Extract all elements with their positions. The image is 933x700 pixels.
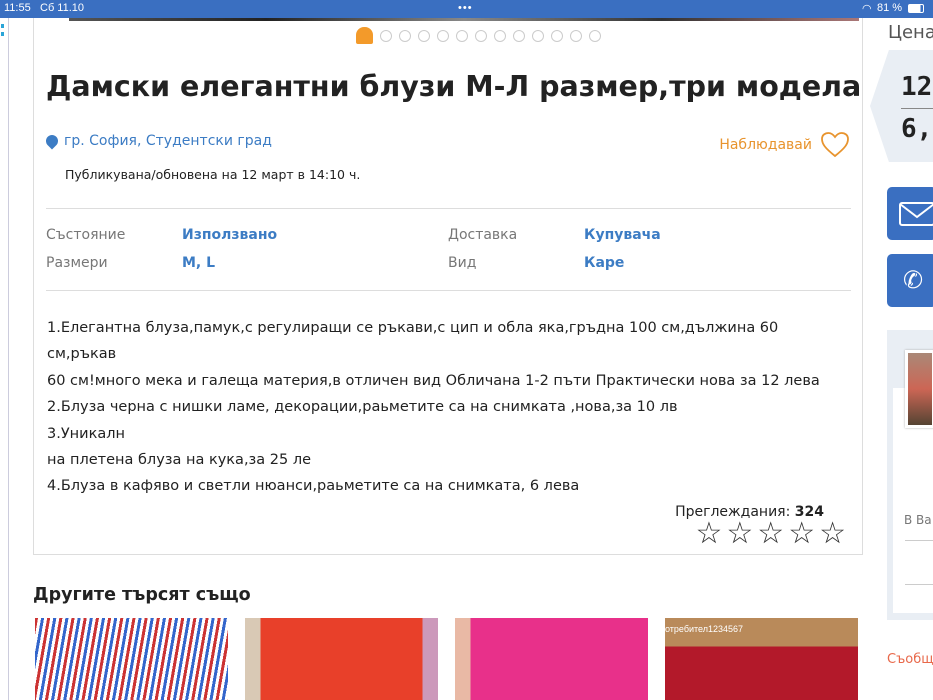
heart-icon[interactable] (820, 131, 850, 158)
gallery-dot[interactable] (475, 29, 487, 42)
divider (46, 290, 851, 291)
status-time: 11:55 (4, 2, 31, 14)
detail-value: Използвано (182, 227, 278, 243)
price-divider (901, 108, 933, 109)
seller-avatar[interactable] (905, 350, 933, 428)
star-icon[interactable]: ☆ (695, 516, 726, 551)
image-gallery[interactable] (69, 18, 859, 21)
watch-button[interactable]: Наблюдавай (719, 131, 850, 158)
gallery-dot[interactable] (551, 29, 563, 42)
status-date: Сб 11.10 (40, 2, 85, 14)
gallery-dot[interactable] (589, 29, 601, 42)
star-icon[interactable]: ☆ (819, 516, 850, 551)
gallery-dot[interactable] (380, 29, 392, 42)
detail-value: Каре (584, 255, 625, 271)
status-bar: 11:55 Сб 11.10 ••• ◠ 81 % (0, 0, 933, 18)
gallery-dot[interactable] (437, 29, 449, 42)
description-line: 4.Блуза в кафяво и светли нюанси,раьмети… (47, 478, 580, 495)
message-button[interactable] (887, 187, 933, 240)
description-line: 60 см!много мека и галеща материя,в отли… (47, 372, 820, 389)
description-line: на плетена блуза на кука,за 25 ле (47, 452, 312, 469)
description-line: 1.Елегантна блуза,памук,с регулиращи се … (47, 320, 779, 363)
location-text[interactable]: гр. София, Студентски град (64, 133, 272, 149)
map-pin-icon (43, 132, 61, 150)
description-line: 2.Блуза черна с нишки ламе, декорации,ра… (47, 399, 678, 416)
multitask-dots-icon[interactable]: ••• (458, 2, 473, 14)
gallery-dot[interactable] (513, 29, 525, 42)
wifi-icon: ◠ (862, 3, 872, 15)
seller-profile[interactable]: В Ва (887, 330, 933, 620)
call-button[interactable]: ✆ (887, 254, 933, 307)
phone-icon: ✆ (903, 266, 924, 294)
price-label: Цена (888, 22, 933, 43)
thumb-watermark: отребител1234567 (665, 624, 744, 634)
price-primary: 12 (901, 72, 933, 102)
left-panel-edge (0, 18, 9, 700)
star-icon[interactable]: ☆ (788, 516, 819, 551)
detail-value: M, L (182, 255, 216, 271)
detail-label: Размери (46, 255, 108, 271)
envelope-icon (899, 202, 933, 226)
active-dot-icon[interactable] (356, 27, 373, 44)
battery-level: 81 % (877, 2, 903, 14)
gallery-dot[interactable] (570, 29, 582, 42)
price-secondary: 6, (901, 114, 933, 144)
related-listing-thumb[interactable] (35, 618, 228, 700)
gallery-dot[interactable] (399, 29, 411, 42)
detail-label: Вид (448, 255, 477, 271)
report-link[interactable]: Съобщ (887, 652, 933, 667)
published-date: Публикувана/обновена на 12 март в 14:10 … (65, 167, 361, 182)
gallery-dot[interactable] (532, 29, 544, 42)
location-link[interactable]: гр. София, Студентски град (43, 132, 272, 150)
battery-icon (908, 4, 924, 13)
menu-dots-icon[interactable] (1, 24, 5, 36)
related-listing-thumb[interactable] (245, 618, 438, 700)
divider (905, 540, 933, 541)
detail-value: Купувача (584, 227, 661, 243)
description: 1.Елегантна блуза,памук,с регулиращи се … (47, 315, 847, 500)
detail-label: Състояние (46, 227, 126, 243)
related-listing-thumb[interactable]: отребител1234567 (665, 618, 858, 700)
description-line: 3.Уникалн (47, 425, 125, 442)
related-listing-thumb[interactable] (455, 618, 648, 700)
listing-title: Дамски елегантни блузи М-Л размер,три мо… (46, 70, 862, 103)
gallery-pagination[interactable] (356, 27, 601, 44)
gallery-dot[interactable] (456, 29, 468, 42)
seller-location: В Ва (904, 513, 932, 527)
watch-label[interactable]: Наблюдавай (719, 137, 812, 153)
gallery-dot[interactable] (418, 29, 430, 42)
section-title: Другите търсят също (33, 585, 251, 605)
listing-card: Дамски елегантни блузи М-Л размер,три мо… (33, 18, 863, 555)
divider (905, 584, 933, 585)
price-box: 12 6, (870, 50, 933, 162)
rating-stars[interactable]: ☆☆☆☆☆ (695, 516, 850, 551)
star-icon[interactable]: ☆ (726, 516, 757, 551)
divider (46, 208, 851, 209)
gallery-dot[interactable] (494, 29, 506, 42)
detail-label: Доставка (448, 227, 518, 243)
star-icon[interactable]: ☆ (757, 516, 788, 551)
